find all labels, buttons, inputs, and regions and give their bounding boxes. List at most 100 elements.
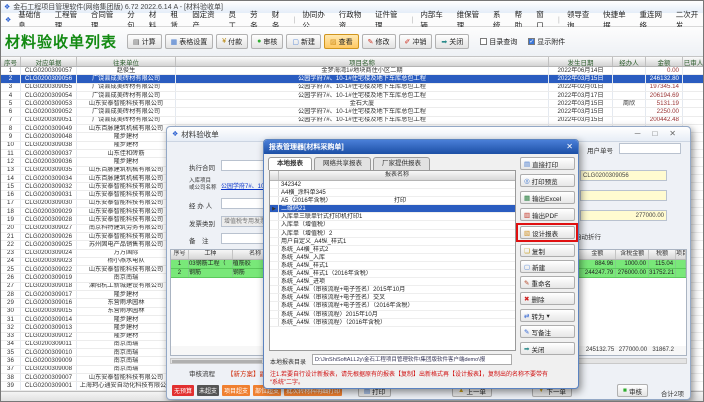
table-row[interactable]: 5CLG0200309053山东安泰智能科技有限公司金石大厦2022年03月15… [1, 100, 704, 108]
report-name-header: 报表名称 [279, 171, 515, 180]
打印预览-button[interactable]: ◎打印预览 [520, 174, 575, 187]
total-amount-field[interactable]: 277000.00 [580, 210, 667, 221]
copy-icon: ❏ [524, 247, 530, 255]
menu-app-icon: ❖ [5, 16, 11, 24]
column-header-金额[interactable]: 金额 [646, 57, 683, 66]
table-row[interactable]: 6CLG0200309052广饶县成美砖材有限公司公园学府7#、10-1#住宅楼… [1, 108, 704, 116]
关闭-button[interactable]: ➡关闭 [435, 34, 469, 49]
report-list-item[interactable]: A4横_涂料单345 [270, 189, 515, 197]
report-dialog-titlebar[interactable]: 报表管理器[材料采购单] [264, 140, 578, 154]
tab-本地报表[interactable]: 本地报表 [268, 157, 312, 170]
report-name: 系统_A4纵_样式1 [279, 262, 515, 269]
toolbar-button-label: 查看 [339, 37, 353, 47]
计算-button[interactable]: ▤计算 [127, 34, 162, 49]
查看-button[interactable]: ▨查看 [324, 34, 359, 49]
表格设置-button[interactable]: ▦表格设置 [165, 34, 214, 49]
tab-厂家提供报表[interactable]: 厂家提供报表 [373, 157, 430, 170]
column-header-序号[interactable]: 序号 [1, 57, 21, 66]
report-list-item[interactable]: 入库单三联单针式打印机打印1 [270, 213, 515, 221]
button-label: 新建 [532, 262, 545, 272]
写备注-button[interactable]: ✎写备注 [520, 325, 575, 338]
column-header-项目名称[interactable]: 项目名称 [176, 57, 549, 66]
report-name: 入库单（增值税） [279, 221, 515, 228]
report-list-item[interactable]: 系统_A4纵_样式1（2016年含税） [270, 270, 515, 278]
column-header-经办人[interactable]: 经办人 [613, 57, 646, 66]
冲销-button[interactable]: ✐冲销 [399, 34, 433, 49]
复制-button[interactable]: ❏复制 [520, 244, 575, 257]
minimize-icon[interactable]: ─ [635, 129, 641, 138]
转为-button[interactable]: ⇄转为▾ [520, 309, 575, 322]
显示附件-checkbox[interactable]: ✓显示附件 [528, 37, 565, 47]
button-label: 输出PDF [532, 210, 558, 220]
doc-no-field[interactable]: CLG0200309056 [580, 170, 667, 181]
report-list-item[interactable]: 系统_A4纵_进项 [270, 278, 515, 286]
menu-separator: | [411, 15, 413, 24]
report-list-item[interactable]: 342342 [270, 181, 515, 189]
table-row[interactable]: 2CLG0200309056广饶县成美砖材有限公司公园学府7#、10-1#住宅楼… [1, 75, 704, 83]
report-list-item[interactable]: 用户自定义_A4纵_样式1 [270, 238, 515, 246]
project-label-line1: 入库项目 [189, 178, 211, 184]
report-list-item[interactable]: 系统_A4纵（审核流程）2015年10月 [270, 311, 515, 319]
report-list-item[interactable]: 系统_A4纵_入库 [270, 254, 515, 262]
table-row[interactable]: 7CLG0200309051广饶县成美砖材有限公司公园学府7#、10-1#住宅楼… [1, 117, 704, 125]
report-name: 系统_A4纵（审核流程+电子签名）2015年10月 [279, 286, 515, 293]
关闭-button[interactable]: ➡关闭 [520, 342, 575, 355]
table-row[interactable]: 1CLG0200309057赵俊生金梦海湾1#地块商住小区二期2022年06月1… [1, 67, 704, 75]
report-list-item[interactable]: 入库单（增值税） [270, 221, 515, 229]
删除-button[interactable]: ✖删除 [520, 292, 575, 305]
row-gutter [270, 181, 279, 188]
report-list-item[interactable]: 系统_A4纵（审核流程+电子签名）（2016年含税） [270, 302, 515, 310]
status-tag-项目超支: 项目超支 [222, 385, 250, 396]
审核-button[interactable]: ■审核 [617, 384, 648, 397]
report-list-item[interactable]: ▶二维码21 [270, 205, 515, 213]
user-no-label: 用户单号 [587, 145, 613, 155]
report-name: 用户自定义_A4纵_样式1 [279, 238, 515, 245]
detail-column-header: 序号 [171, 250, 189, 259]
tab-网络共享报表[interactable]: 网络共享报表 [314, 157, 371, 170]
重命名-button[interactable]: ✎重命名 [520, 276, 575, 289]
button-label: 直接打印 [532, 159, 558, 169]
convert-icon: ⇄ [524, 312, 529, 320]
column-header-往来单位[interactable]: 往来单位 [77, 57, 176, 66]
report-list-item[interactable]: A5（2016年含税）打印 [270, 197, 515, 205]
close-icon[interactable]: ✕ [566, 142, 573, 151]
目录查询-checkbox[interactable]: 目录查询 [480, 37, 517, 47]
report-list-item[interactable]: 系统_A4横_样式2 [270, 246, 515, 254]
table-row[interactable]: 4CLG0200309054广饶县成美砖材有限公司公园学府7#、10-1#住宅楼… [1, 92, 704, 100]
直接打印-button[interactable]: ▤直接打印 [520, 157, 575, 170]
report-list: 报表名称 342342A4横_涂料单345A5（2016年含税）打印▶二维码21… [269, 170, 516, 351]
design-report-icon: ▧ [524, 229, 530, 237]
report-list-item[interactable]: 入库单（增值税）2 [270, 230, 515, 238]
设计报表-button[interactable]: ▧设计报表 [520, 226, 575, 239]
menu-separator: | [558, 15, 560, 24]
design-note-line2: “系统”二字。 [270, 377, 304, 386]
修改-button[interactable]: ✎修改 [362, 34, 396, 49]
aux-field[interactable] [580, 190, 667, 201]
report-list-item[interactable]: 系统_A4纵（审核流程）（2016年含税） [270, 319, 515, 327]
payment-icon: ¥ [222, 38, 226, 45]
column-header-已审人[interactable]: 已审人 [683, 57, 704, 66]
column-header-对应单据[interactable]: 对应单据 [21, 57, 77, 66]
print-preview-icon: ◎ [524, 177, 530, 185]
toolbar-button-label: 计算 [142, 37, 156, 47]
report-name: 系统_A4纵_入库 [279, 254, 515, 261]
status-tag-未超支: 未超支 [197, 385, 219, 396]
row-gutter [270, 254, 279, 261]
付款-button[interactable]: ¥付款 [216, 34, 248, 49]
checkbox-label: 显示附件 [537, 37, 565, 47]
新建-button[interactable]: ▢新建 [286, 34, 321, 49]
maximize-icon[interactable]: □ [652, 129, 657, 138]
menu-bar: ❖ 基础信息工程管理合同管理分包材料租赁固定资产员工劳务财务|协同办公行政物资证… [1, 13, 704, 27]
report-list-item[interactable]: 系统_A4纵_样式1 [270, 262, 515, 270]
新建-button[interactable]: ▢新建 [520, 260, 575, 273]
user-no-field[interactable] [619, 143, 681, 154]
close-icon[interactable]: ✕ [669, 129, 676, 138]
report-list-item[interactable]: 系统_A4纵（审核流程+电子签名）2015年10月 [270, 286, 515, 294]
report-name: 系统_A4纵（审核流程+电子签名）交叉 [279, 294, 515, 301]
report-list-item[interactable]: 系统_A4纵（审核流程+电子签名）交叉 [270, 294, 515, 302]
column-header-发生日期[interactable]: 发生日期 [549, 57, 613, 66]
审核-button[interactable]: ●审核 [251, 34, 283, 49]
table-row[interactable]: 3CLG0200309055广饶县成美砖材有限公司公园学府7#、10-1#住宅楼… [1, 84, 704, 92]
输出Excel-button[interactable]: ▦输出Excel [520, 191, 575, 204]
输出PDF-button[interactable]: ▥输出PDF [520, 208, 575, 221]
